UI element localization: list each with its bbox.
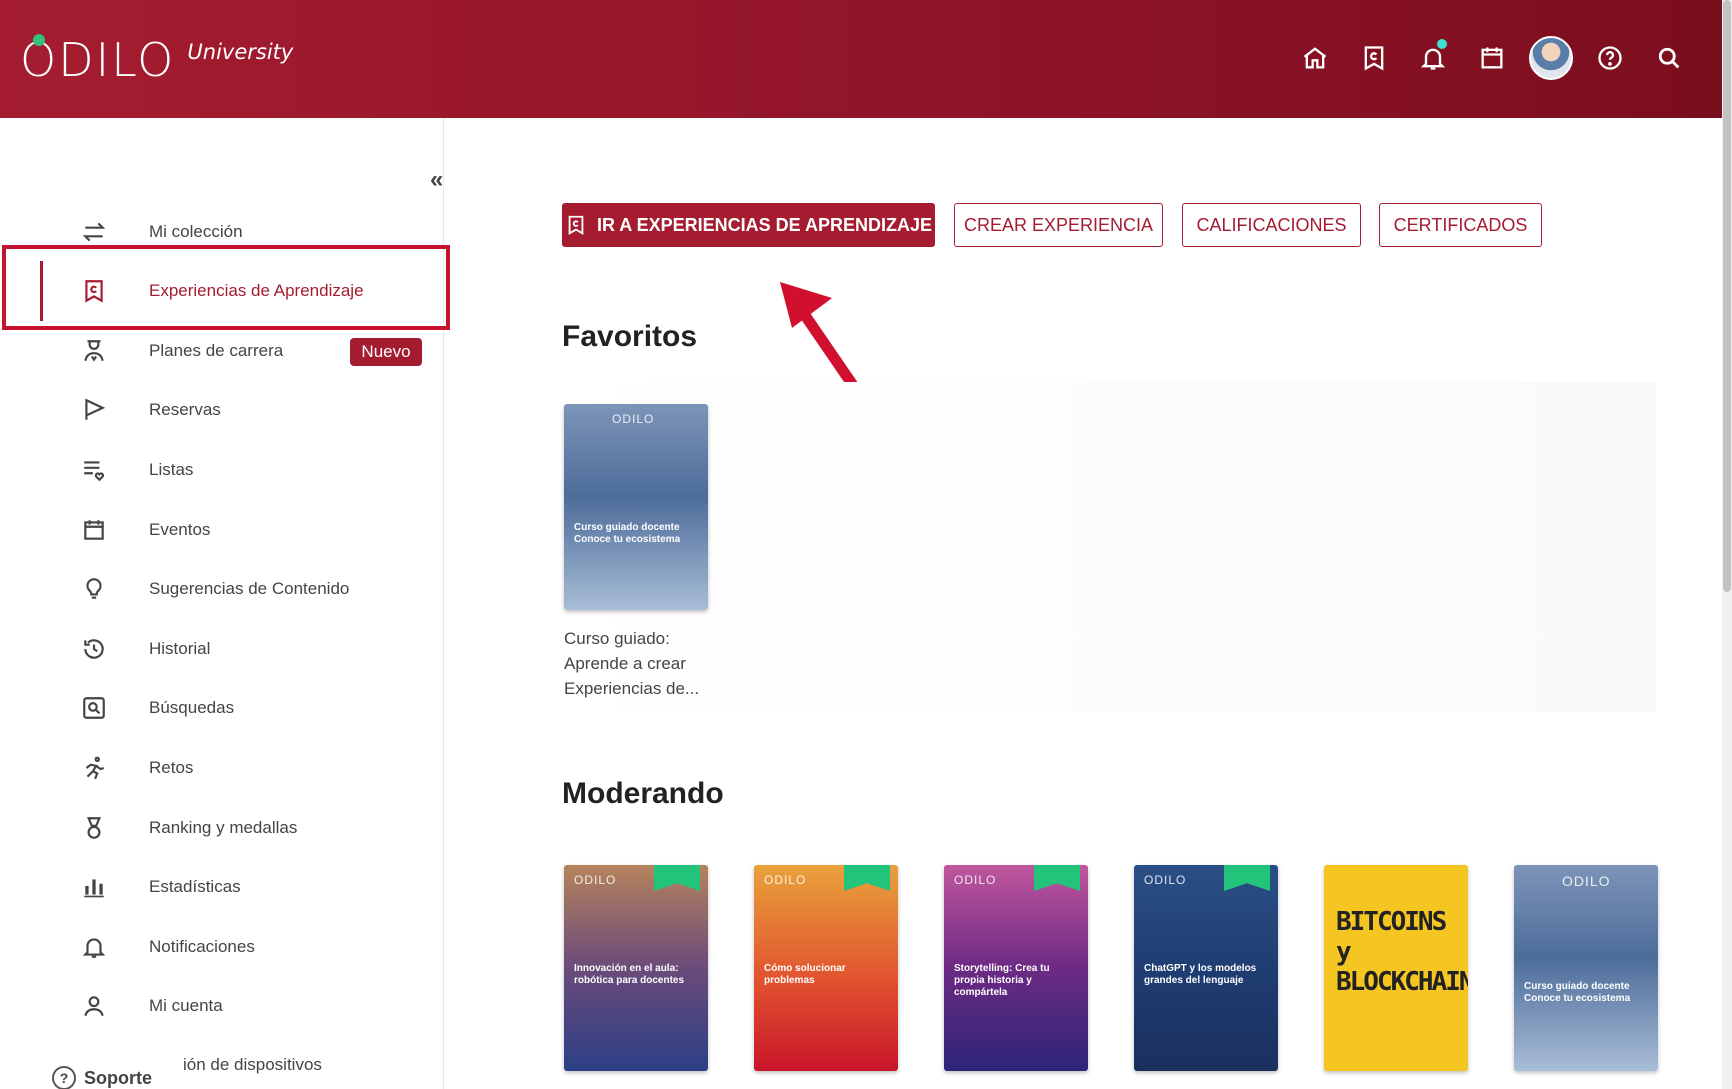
bell-icon — [80, 933, 108, 961]
learning-experience-icon — [568, 215, 584, 235]
list-heart-icon — [80, 456, 108, 484]
sidebar-item-label: Listas — [149, 460, 194, 479]
go-to-experiences-label: IR A EXPERIENCIAS DE APRENDIZAJE — [596, 214, 933, 235]
cover-title: Curso guiado docente Conoce tu ecosistem… — [574, 522, 681, 545]
ribbon-icon — [1034, 865, 1080, 891]
sidebar-item-label: Mi cuenta — [149, 996, 223, 1015]
top-header: ODILO University — [0, 0, 1722, 118]
calendar-icon[interactable] — [1462, 34, 1521, 82]
search-icon[interactable] — [1639, 34, 1698, 82]
career-icon — [80, 337, 108, 365]
logo-dot — [33, 34, 45, 46]
scroll-thumb[interactable] — [1723, 0, 1731, 592]
support-button[interactable]: ? Soporte — [52, 1066, 152, 1089]
course-cover[interactable]: ODILO Curso guiado docente Conoce tu eco… — [1514, 865, 1658, 1071]
runner-icon — [80, 754, 108, 782]
logo-subtitle: University — [187, 40, 294, 64]
learning-experience-icon — [80, 277, 108, 305]
sidebar-item-label: Notificaciones — [149, 937, 255, 956]
sidebar-item-label: Reservas — [149, 400, 221, 419]
sidebar-item-estadisticas[interactable]: Estadísticas — [0, 860, 444, 914]
certificates-button[interactable]: CERTIFICADOS — [1379, 203, 1542, 247]
sidebar-item-label: Ranking y medallas — [149, 818, 298, 837]
sidebar-item-label: Historial — [149, 639, 211, 658]
sidebar-item-experiencias[interactable]: Experiencias de Aprendizaje — [0, 264, 444, 318]
help-icon[interactable] — [1580, 34, 1639, 82]
cover-brand: ODILO — [954, 873, 997, 887]
sidebar-item-mi-coleccion[interactable]: Mi colección — [0, 205, 444, 259]
sidebar-item-label: Mi colección — [149, 222, 243, 241]
ribbon-icon — [1224, 865, 1270, 891]
sidebar-item-label: ión de dispositivos — [183, 1055, 322, 1074]
sidebar-item-busquedas[interactable]: Búsquedas — [0, 681, 444, 735]
create-experience-button[interactable]: CREAR EXPERIENCIA — [954, 203, 1163, 247]
avatar[interactable] — [1521, 34, 1580, 82]
cover-title: ChatGPT y los modelos grandes del lengua… — [1144, 963, 1257, 986]
cover-title: Storytelling: Crea tu propia historia y … — [954, 963, 1050, 998]
course-cover[interactable]: ODILO Cómo solucionar problemas — [754, 865, 898, 1071]
cover-title: BITCOINS y BLOCKCHAINS — [1336, 907, 1468, 997]
cover-brand: ODILO — [764, 873, 807, 887]
medal-icon — [80, 814, 108, 842]
cover-title: Curso guiado docente Conoce tu ecosistem… — [1524, 981, 1631, 1004]
collapse-sidebar-button[interactable]: « — [430, 166, 444, 194]
support-label: Soporte — [84, 1067, 153, 1088]
sidebar-item-label: Experiencias de Aprendizaje — [149, 281, 364, 300]
course-cover[interactable]: ODILO Innovación en el aula: robótica pa… — [564, 865, 708, 1071]
lightbulb-icon — [80, 575, 108, 603]
sidebar-item-label: Búsquedas — [149, 698, 235, 717]
favorite-course-cover[interactable]: ODILO Curso guiado docente Conoce tu eco… — [564, 404, 708, 610]
bell-icon[interactable] — [1403, 34, 1462, 82]
bar-chart-icon — [80, 873, 108, 901]
header-icons — [1285, 34, 1698, 82]
moderating-title: Moderando — [562, 777, 724, 810]
calendar-icon — [80, 516, 108, 544]
cover-brand: ODILO — [1562, 873, 1611, 889]
ribbon-icon — [654, 865, 700, 891]
sidebar-item-label: Sugerencias de Contenido — [149, 579, 350, 598]
cover-title: Innovación en el aula: robótica para doc… — [574, 963, 685, 986]
odilo-logo[interactable]: ODILO University — [20, 34, 294, 84]
sidebar-item-notificaciones[interactable]: Notificaciones — [0, 920, 444, 974]
course-cover[interactable]: ODILO Storytelling: Crea tu propia histo… — [944, 865, 1088, 1071]
new-badge: Nuevo — [350, 338, 422, 366]
swap-arrows-icon — [80, 218, 108, 246]
search-box-icon — [80, 694, 108, 722]
question-icon: ? — [52, 1066, 76, 1089]
course-cover[interactable]: BITCOINS y BLOCKCHAINS — [1324, 865, 1468, 1071]
cover-brand: ODILO — [1144, 873, 1187, 887]
cover-title: Cómo solucionar problemas — [764, 963, 846, 986]
learning-experience-icon[interactable] — [1344, 34, 1403, 82]
sidebar-item-label: Planes de carrera — [149, 341, 284, 360]
sidebar-item-label: Retos — [149, 758, 194, 777]
grades-button[interactable]: CALIFICACIONES — [1182, 203, 1361, 247]
sidebar-item-reservas[interactable]: Reservas — [0, 383, 444, 437]
sidebar-item-ranking[interactable]: Ranking y medallas — [0, 801, 444, 855]
course-cover[interactable]: ODILO ChatGPT y los modelos grandes del … — [1134, 865, 1278, 1071]
history-icon — [80, 635, 108, 663]
cover-brand: ODILO — [612, 412, 655, 426]
sidebar-item-sugerencias[interactable]: Sugerencias de Contenido — [0, 562, 444, 616]
sidebar-item-label: Eventos — [149, 520, 211, 539]
ribbon-icon — [844, 865, 890, 891]
sidebar-item-eventos[interactable]: Eventos — [0, 503, 444, 557]
notification-dot — [1437, 39, 1447, 49]
flag-icon — [80, 396, 108, 424]
cover-brand: ODILO — [574, 873, 617, 887]
sidebar-item-retos[interactable]: Retos — [0, 741, 444, 795]
favorites-title: Favoritos — [562, 320, 698, 353]
page-scrollbar[interactable] — [1722, 0, 1732, 1089]
sidebar-item-mi-cuenta[interactable]: Mi cuenta — [0, 979, 444, 1033]
sidebar-item-listas[interactable]: Listas — [0, 443, 444, 497]
sidebar-item-historial[interactable]: Historial — [0, 622, 444, 676]
sidebar-item-label: Estadísticas — [149, 877, 241, 896]
user-icon — [80, 992, 108, 1020]
favorite-course-caption[interactable]: Curso guiado: Aprende a crear Experienci… — [564, 626, 714, 701]
home-icon[interactable] — [1285, 34, 1344, 82]
go-to-experiences-button[interactable]: IR A EXPERIENCIAS DE APRENDIZAJE — [562, 203, 935, 247]
